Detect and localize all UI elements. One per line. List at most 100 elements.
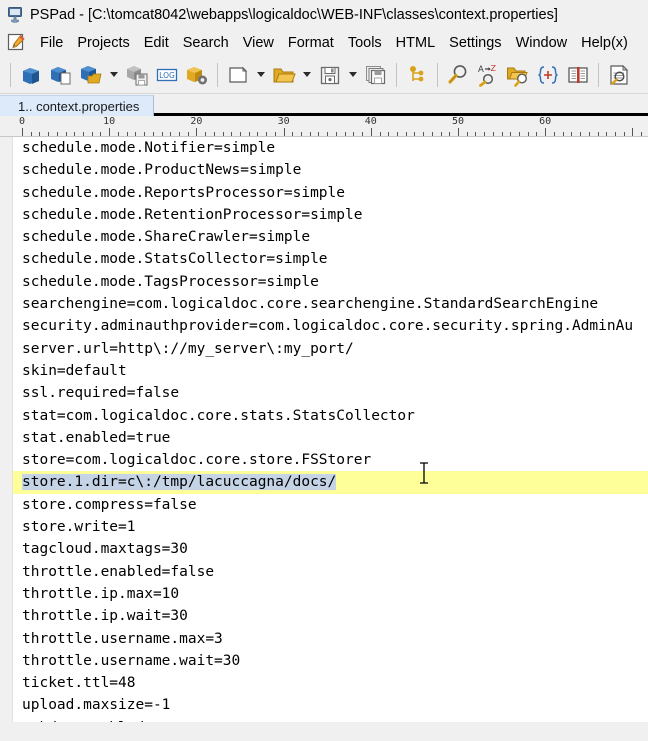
ruler-minor-tick	[152, 132, 154, 136]
editor-line[interactable]: webdav.enabled=true	[13, 717, 648, 722]
ruler-minor-tick	[353, 132, 355, 136]
tab-context-properties[interactable]: 1.. context.properties	[0, 95, 155, 116]
ruler-label: 50	[451, 116, 465, 127]
save-project-icon[interactable]	[122, 60, 152, 90]
toolbar-separator	[437, 62, 438, 87]
project-settings-icon[interactable]	[182, 60, 212, 90]
ruler-minor-tick	[449, 132, 451, 136]
ruler-minor-tick	[187, 132, 189, 136]
editor-line[interactable]: store.1.dir=c\:/tmp/lacuccagna/docs/	[13, 471, 648, 494]
new-document-icon[interactable]	[223, 60, 253, 90]
editor-line[interactable]: stat=com.logicaldoc.core.stats.StatsColl…	[13, 405, 648, 427]
editor-line[interactable]: throttle.ip.wait=30	[13, 605, 648, 627]
ruler-minor-tick	[266, 132, 268, 136]
editor-line[interactable]: skin=default	[13, 360, 648, 382]
chevron-down-icon[interactable]	[253, 60, 269, 90]
editor-line[interactable]: schedule.mode.RetentionProcessor=simple	[13, 204, 648, 226]
editor-line[interactable]: throttle.ip.max=10	[13, 583, 648, 605]
file-explorer-tree-icon[interactable]	[402, 60, 432, 90]
menu-item-file[interactable]: File	[33, 33, 70, 53]
chevron-down-icon[interactable]	[345, 60, 361, 90]
chevron-down-icon[interactable]	[106, 60, 122, 90]
editor-line[interactable]: server.url=http\://my_server\:my_port/	[13, 338, 648, 360]
menu-item-search[interactable]: Search	[176, 33, 236, 53]
selected-text[interactable]: store.1.dir=c\:/tmp/lacuccagna/docs/	[22, 474, 337, 491]
chevron-down-icon[interactable]	[299, 60, 315, 90]
editor-code-area[interactable]: schedule.mode.Notifier=simple schedule.mo…	[13, 137, 648, 722]
new-file-icon[interactable]	[16, 60, 46, 90]
ruler-minor-tick	[423, 132, 425, 136]
ruler-minor-tick	[231, 132, 233, 136]
ruler-minor-tick	[274, 132, 276, 136]
editor-line[interactable]: store.compress=false	[13, 494, 648, 516]
regex-braces-icon[interactable]	[533, 60, 563, 90]
editor-line[interactable]: throttle.enabled=false	[13, 561, 648, 583]
window-title: PSPad - [C:\tomcat8042\webapps\logicaldo…	[30, 6, 558, 23]
ruler-minor-tick	[623, 132, 625, 136]
menu-item-html[interactable]: HTML	[389, 33, 442, 53]
ruler-minor-tick	[344, 132, 346, 136]
ruler-label: 40	[364, 116, 377, 127]
menu-item-view[interactable]: View	[236, 33, 281, 53]
ruler-label: 60	[539, 116, 552, 127]
menu-item-tools[interactable]: Tools	[341, 33, 389, 53]
ruler-minor-tick	[309, 132, 311, 136]
log-icon[interactable]: LOG	[152, 60, 182, 90]
preview-document-icon[interactable]	[604, 60, 634, 90]
ruler-minor-tick	[178, 132, 180, 136]
search-icon[interactable]	[443, 60, 473, 90]
menu-item-edit[interactable]: Edit	[137, 33, 176, 53]
menu-item-window[interactable]: Window	[509, 33, 575, 53]
editor-line[interactable]: schedule.mode.Notifier=simple	[13, 137, 648, 159]
editor-line[interactable]: store.write=1	[13, 516, 648, 538]
editor-line[interactable]: ticket.ttl=48	[13, 672, 648, 694]
ruler-minor-tick	[144, 132, 146, 136]
pspad-window: PSPad - [C:\tomcat8042\webapps\logicaldo…	[0, 0, 648, 741]
editor-line[interactable]: upload.maxsize=-1	[13, 694, 648, 716]
editor-line[interactable]: searchengine=com.logicaldoc.core.searche…	[13, 293, 648, 315]
save-icon[interactable]	[315, 60, 345, 90]
ruler-minor-tick	[318, 132, 320, 136]
editor-line[interactable]: stat.enabled=true	[13, 427, 648, 449]
search-in-files-icon[interactable]	[503, 60, 533, 90]
open-folder-icon[interactable]	[269, 60, 299, 90]
ruler-major-tick	[22, 128, 23, 136]
editor-line[interactable]: security.adminauthprovider=com.logicaldo…	[13, 315, 648, 337]
ruler-minor-tick	[405, 132, 407, 136]
editor-line[interactable]: schedule.mode.StatsCollector=simple	[13, 248, 648, 270]
ruler-minor-tick	[213, 132, 215, 136]
open-in-project-icon[interactable]	[76, 60, 106, 90]
menu-item-format[interactable]: Format	[281, 33, 341, 53]
editor-line[interactable]: schedule.mode.TagsProcessor=simple	[13, 271, 648, 293]
menu-item-help[interactable]: Help(x)	[574, 33, 635, 53]
editor-line[interactable]: schedule.mode.ReportsProcessor=simple	[13, 182, 648, 204]
new-copy-icon[interactable]	[46, 60, 76, 90]
ruler-minor-tick	[527, 132, 529, 136]
ruler-minor-tick	[135, 132, 137, 136]
editor-line[interactable]: throttle.username.max=3	[13, 628, 648, 650]
editor-line[interactable]: schedule.mode.ProductNews=simple	[13, 159, 648, 181]
ruler-minor-tick	[126, 132, 128, 136]
editor-line[interactable]: ssl.required=false	[13, 382, 648, 404]
bookmark-book-icon[interactable]	[563, 60, 593, 90]
menu-item-projects[interactable]: Projects	[70, 33, 136, 53]
ruler-minor-tick	[580, 132, 582, 136]
document-tab-strip: 1.. context.properties	[0, 94, 648, 116]
editor-line[interactable]: schedule.mode.ShareCrawler=simple	[13, 226, 648, 248]
ruler-minor-tick	[248, 132, 250, 136]
editor-line[interactable]: store=com.logicaldoc.core.store.FSStorer	[13, 449, 648, 471]
ruler-minor-tick	[466, 132, 468, 136]
editor-line[interactable]: tagcloud.maxtags=30	[13, 538, 648, 560]
tab-label: 1.. context.properties	[18, 98, 140, 114]
ruler-minor-tick	[301, 132, 303, 136]
svg-text:LOG: LOG	[159, 71, 175, 80]
ruler-minor-tick	[614, 132, 616, 136]
ruler-minor-tick	[431, 132, 433, 136]
replace-icon[interactable]: A Z	[473, 60, 503, 90]
ruler-minor-tick	[48, 132, 50, 136]
editor-line[interactable]: throttle.username.wait=30	[13, 650, 648, 672]
menu-item-settings[interactable]: Settings	[442, 33, 508, 53]
save-all-icon[interactable]	[361, 60, 391, 90]
text-editor[interactable]: schedule.mode.Notifier=simple schedule.mo…	[0, 137, 648, 722]
ruler-major-tick	[283, 128, 285, 136]
